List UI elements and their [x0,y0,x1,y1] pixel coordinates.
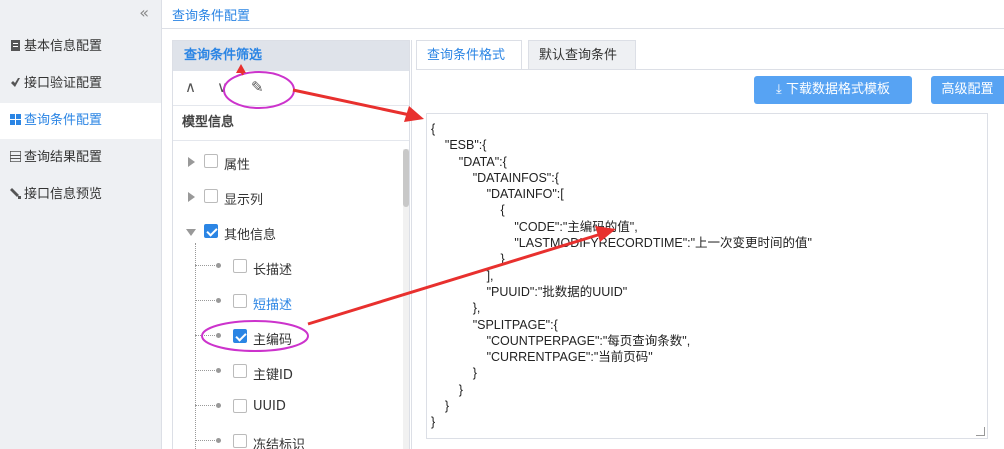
expand-icon[interactable] [188,192,195,202]
checkbox[interactable] [204,154,218,168]
filter-toolbar: ∧ ∨ ✎ [173,71,409,106]
sidebar-item-label: 接口信息预览 [24,187,103,202]
checkbox[interactable] [233,329,247,343]
scrollbar-thumb[interactable] [403,149,409,207]
tree-node-uuid[interactable]: UUID [173,393,393,423]
move-up-icon[interactable]: ∧ [185,78,196,96]
document-icon [11,40,20,51]
page-title: 查询条件配置 [172,9,251,24]
checkbox[interactable] [233,259,247,273]
tree-node-label: 显示列 [224,193,264,208]
sidebar-item-basic-info[interactable]: 基本信息配置 [0,29,161,65]
tree-scrollbar[interactable] [403,149,409,449]
json-format-editor[interactable]: { "ESB":{ "DATA":{ "DATAINFOS":{ "DATAIN… [426,113,988,439]
tree-node-label: UUID [253,399,286,414]
tree-dot [216,438,221,443]
sidebar-item-label: 基本信息配置 [24,39,103,54]
tree-dot [216,263,221,268]
sidebar-item-query-condition[interactable]: 查询条件配置 [0,103,161,139]
tree-node-label: 长描述 [253,263,293,278]
sidebar-item-label: 查询结果配置 [24,150,103,165]
filter-panel: 查询条件筛选 ∧ ∨ ✎ 模型信息 属性 显示列 其他信息 长描述 短描述 主编… [172,40,410,449]
panel-divider[interactable] [411,40,412,449]
checkbox[interactable] [233,294,247,308]
tree-node-other-info[interactable]: 其他信息 [173,218,393,248]
tree-node-label: 短描述 [253,298,293,313]
tree-dot [216,298,221,303]
sidebar-item-label: 接口验证配置 [24,76,103,91]
model-info-title: 模型信息 [173,106,409,141]
json-content[interactable]: { "ESB":{ "DATA":{ "DATAINFOS":{ "DATAIN… [431,121,812,431]
collapse-caret-icon[interactable] [186,229,196,236]
move-down-icon[interactable]: ∨ [217,78,228,96]
sidebar-item-label: 查询条件配置 [24,113,103,128]
grid-icon [10,114,21,125]
advanced-config-button[interactable]: 高级配置 [931,76,1004,104]
tab-query-format[interactable]: 查询条件格式 [416,40,522,70]
table-icon [10,151,21,162]
tree-node-attributes[interactable]: 属性 [173,148,393,178]
tree-node-primary-key[interactable]: 主键ID [173,358,393,388]
sidebar-item-interface-verify[interactable]: 接口验证配置 [0,66,161,102]
tree-node-display-columns[interactable]: 显示列 [173,183,393,213]
checkbox[interactable] [233,399,247,413]
tree-dot [216,333,221,338]
checkbox[interactable] [233,434,247,448]
collapse-icon[interactable]: « [139,3,149,22]
tree-node-main-code[interactable]: 主编码 [173,323,393,353]
tree-node-label: 主编码 [253,333,293,348]
tabs-underline [416,69,1004,70]
tree-node-short-desc[interactable]: 短描述 [173,288,393,318]
tree-node-label: 冻结标识 [253,438,306,449]
tree-node-label: 属性 [224,158,251,173]
tree-node-freeze-flag[interactable]: 冻结标识 [173,428,393,449]
download-icon: ⤓ [776,82,782,97]
tree-node-label: 其他信息 [224,228,277,243]
sidebar-item-query-result[interactable]: 查询结果配置 [0,140,161,176]
check-icon [11,78,20,87]
resize-handle-icon[interactable] [976,427,985,436]
checkbox[interactable] [204,189,218,203]
download-template-button[interactable]: ⤓ 下载数据格式模板 [754,76,912,104]
filter-panel-header: 查询条件筛选 [173,41,409,71]
tab-default-query[interactable]: 默认查询条件 [528,40,636,70]
sidebar-item-interface-preview[interactable]: 接口信息预览 [0,177,161,213]
left-sidebar: « 基本信息配置 接口验证配置 查询条件配置 查询结果配置 接口信息预览 [0,0,162,449]
checkbox[interactable] [204,224,218,238]
preview-icon [10,188,21,199]
tree-dot [216,403,221,408]
tree-dot [216,368,221,373]
edit-icon[interactable]: ✎ [251,78,264,96]
expand-icon[interactable] [188,157,195,167]
tree-node-label: 主键ID [253,368,293,383]
title-divider [161,28,1004,29]
tree-node-long-desc[interactable]: 长描述 [173,253,393,283]
download-button-label: 下载数据格式模板 [785,82,890,97]
checkbox[interactable] [233,364,247,378]
